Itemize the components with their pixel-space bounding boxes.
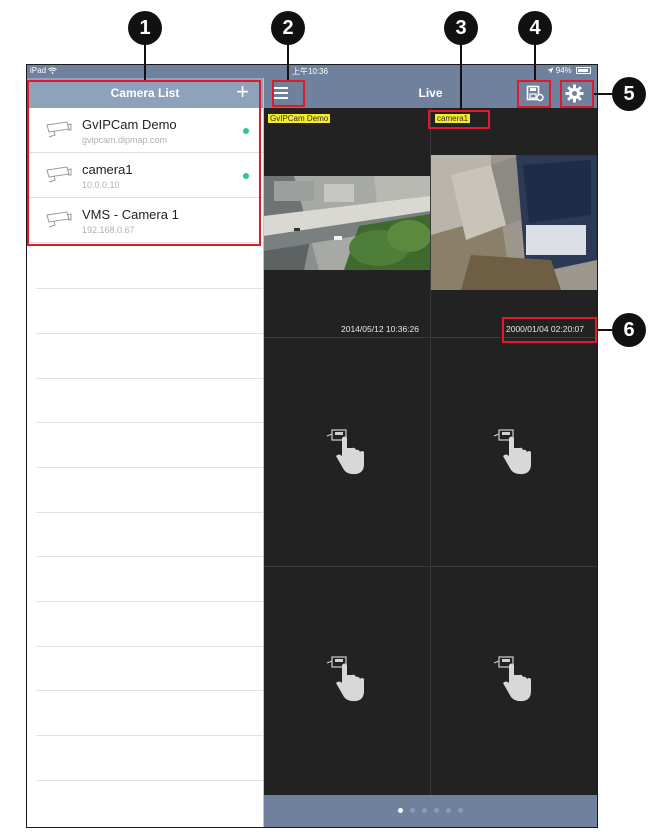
- callout-number: 2: [271, 11, 305, 45]
- highlight-menu-button: [272, 80, 305, 107]
- callout-leader: [534, 44, 536, 80]
- camera-feed-image: [264, 176, 430, 270]
- page-dot[interactable]: [434, 808, 439, 813]
- live-view-tile[interactable]: camera1 2000/01/04 02:20:07: [431, 108, 597, 337]
- page-dot[interactable]: [458, 808, 463, 813]
- live-view-tile[interactable]: GvIPCam Demo 2014/05/12 10:36:26: [264, 108, 430, 337]
- camera-feed-image: [431, 155, 597, 290]
- list-separator: [36, 467, 263, 468]
- list-separator: [36, 288, 263, 289]
- list-separator: [36, 690, 263, 691]
- callout-leader: [144, 44, 146, 80]
- list-separator: [36, 422, 263, 423]
- tap-to-add-icon[interactable]: [493, 426, 537, 476]
- highlight-camera-list: [27, 80, 261, 246]
- status-device: iPad: [30, 66, 58, 75]
- callout-leader: [460, 44, 462, 110]
- highlight-camera-label: [428, 110, 490, 129]
- callout-leader: [287, 44, 289, 80]
- location-arrow-icon: [547, 67, 554, 74]
- battery-percent: 94%: [555, 66, 572, 75]
- list-separator: [36, 556, 263, 557]
- list-separator: [36, 333, 263, 334]
- tap-to-add-icon[interactable]: [326, 653, 370, 703]
- live-view-grid: GvIPCam Demo 2014/05/12 10:36:26 camera1: [264, 108, 597, 795]
- highlight-settings-button: [560, 80, 594, 108]
- list-separator: [36, 378, 263, 379]
- page-dot[interactable]: [410, 808, 415, 813]
- highlight-layout-button: [517, 80, 551, 108]
- status-bar: iPad 上午10:36 94%: [27, 65, 597, 78]
- list-separator: [36, 735, 263, 736]
- callout-number: 3: [444, 11, 478, 45]
- callout-number: 1: [128, 11, 162, 45]
- status-time: 上午10:36: [292, 67, 329, 76]
- status-right: 94%: [547, 66, 591, 75]
- list-separator: [36, 780, 263, 781]
- page-dot[interactable]: [446, 808, 451, 813]
- callout-number: 4: [518, 11, 552, 45]
- list-separator: [36, 601, 263, 602]
- callout-number: 5: [612, 77, 646, 111]
- battery-icon: [576, 67, 591, 75]
- page-dot[interactable]: [422, 808, 427, 813]
- tap-to-add-icon[interactable]: [326, 426, 370, 476]
- list-separator: [36, 646, 263, 647]
- grid-divider: [264, 566, 597, 567]
- list-separator: [36, 512, 263, 513]
- page-indicator-bar: [264, 795, 597, 827]
- page-dot-active[interactable]: [398, 808, 403, 813]
- camera-label-tag: GvIPCam Demo: [268, 114, 331, 123]
- highlight-timestamp: [502, 317, 597, 343]
- feed-timestamp: 2014/05/12 10:36:26: [341, 324, 419, 334]
- callout-leader: [594, 93, 612, 95]
- wifi-icon: [48, 67, 58, 75]
- callout-leader: [597, 329, 612, 331]
- callout-number: 6: [612, 313, 646, 347]
- tap-to-add-icon[interactable]: [493, 653, 537, 703]
